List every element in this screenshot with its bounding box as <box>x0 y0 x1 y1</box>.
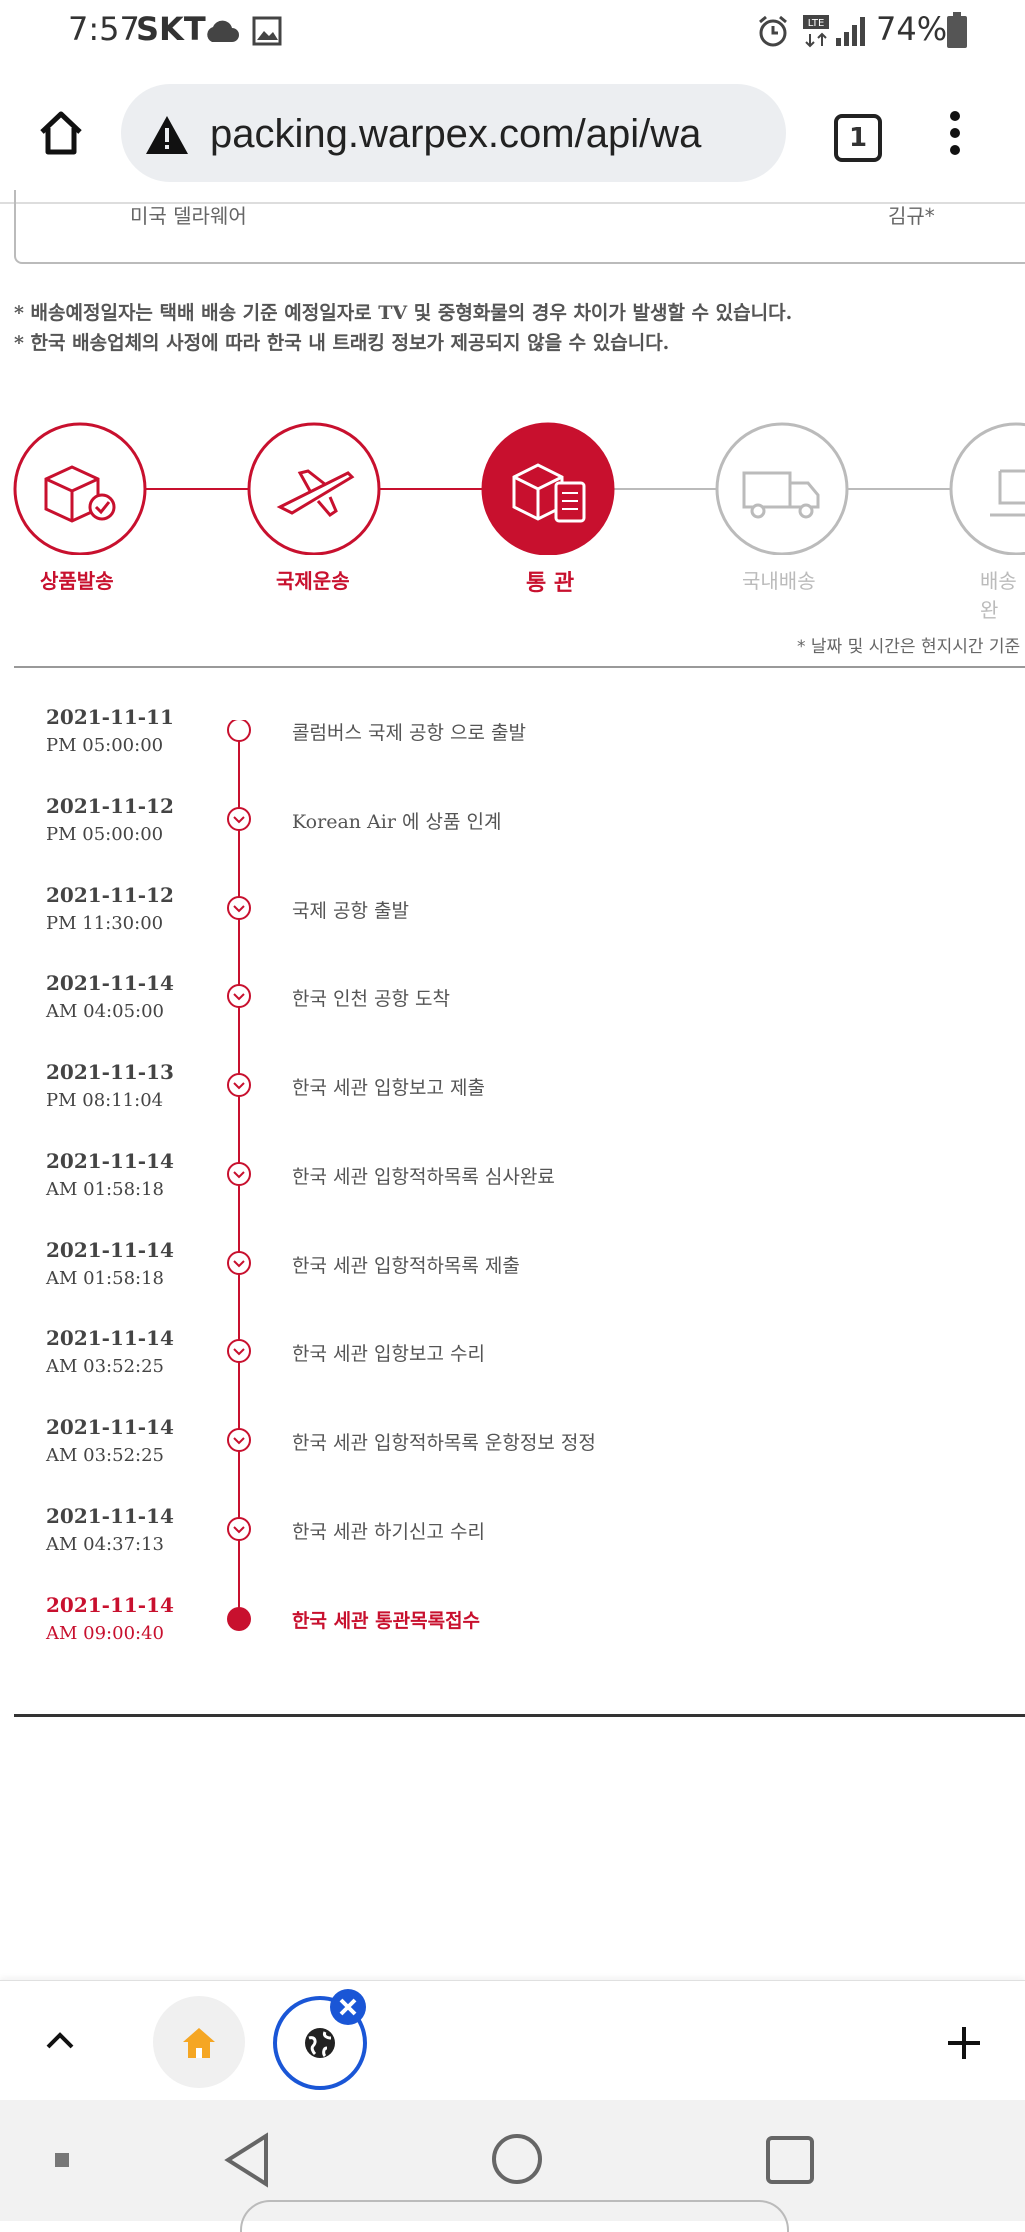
event-time: AM 01:58:18 <box>46 1268 164 1289</box>
event-description: 한국 세관 입항적하목록 운항정보 정정 <box>292 1432 596 1454</box>
progress-steps <box>13 422 1025 555</box>
event-date: 2021-11-14 <box>46 1238 174 1262</box>
step-label-delivered: 배송완 <box>980 569 1017 622</box>
event-time: AM 04:05:00 <box>46 1001 164 1022</box>
event-description: 국제 공항 출발 <box>292 900 409 922</box>
system-navigation-bar <box>0 2100 1025 2232</box>
step-truck-icon <box>715 422 849 555</box>
event-description: 한국 세관 통관목록접수 <box>292 1610 481 1632</box>
timeline-top-divider <box>14 666 1025 668</box>
timezone-note: * 날짜 및 시간은 현지시간 기준 <box>797 637 1021 657</box>
more-menu-icon[interactable] <box>946 110 964 156</box>
url-text[interactable]: packing.warpex.com/api/wa <box>210 112 701 157</box>
browser-bottom-bar <box>0 1980 1025 2101</box>
battery-percent: 74% <box>876 10 948 48</box>
event-date: 2021-11-14 <box>46 1149 174 1173</box>
event-date: 2021-11-13 <box>46 1060 174 1084</box>
origin-text: 미국 델라웨어 <box>130 204 247 228</box>
step-delivered-icon <box>949 422 1025 555</box>
lte-icon: LTE <box>803 15 829 48</box>
event-date: 2021-11-14 <box>46 1415 174 1439</box>
event-time: PM 08:11:04 <box>46 1090 164 1111</box>
event-date: 2021-11-12 <box>46 794 174 818</box>
cloud-icon <box>207 20 239 42</box>
timeline-track <box>227 720 251 1631</box>
event-description: 한국 세관 하기신고 수리 <box>292 1521 485 1543</box>
event-date: 2021-11-14 <box>46 1504 174 1528</box>
back-icon[interactable] <box>222 2132 272 2188</box>
event-description: 한국 세관 입항보고 제출 <box>292 1077 485 1099</box>
browser-toolbar: packing.warpex.com/api/wa 1 <box>0 62 1025 204</box>
event-time: AM 09:00:40 <box>46 1623 164 1644</box>
home-tab-icon <box>183 2028 215 2058</box>
new-tab-icon[interactable] <box>944 2023 984 2063</box>
signal-icon <box>836 17 865 46</box>
event-description: 한국 세관 입항적하목록 제출 <box>292 1255 520 1277</box>
event-description: 콜럼버스 국제 공항 으로 출발 <box>292 722 526 744</box>
tab-switcher-button[interactable]: 1 <box>834 114 882 162</box>
recents-icon[interactable] <box>764 2134 816 2186</box>
event-time: AM 04:37:13 <box>46 1534 164 1555</box>
event-date: 2021-11-12 <box>46 883 174 907</box>
event-description: 한국 세관 입항보고 수리 <box>292 1343 485 1365</box>
alarm-icon <box>759 15 787 47</box>
step-airplane-icon <box>247 422 381 555</box>
home-nav-icon[interactable] <box>490 2132 544 2186</box>
step-customs-icon <box>481 422 615 555</box>
status-carrier: SKT <box>136 10 206 48</box>
event-time: AM 01:58:18 <box>46 1179 164 1200</box>
svg-text:LTE: LTE <box>808 18 825 29</box>
event-time: PM 05:00:00 <box>46 735 164 756</box>
event-date: 2021-11-11 <box>46 705 174 729</box>
event-time: PM 05:00:00 <box>46 824 164 845</box>
event-time: AM 03:52:25 <box>46 1356 164 1377</box>
gesture-handle <box>240 2200 789 2232</box>
notice-delivery-date: * 배송예정일자는 택배 배송 기준 예정일자로 TV 및 중형화물의 경우 차… <box>14 302 793 324</box>
event-date: 2021-11-14 <box>46 1593 174 1617</box>
timeline-bottom-divider <box>14 1714 1025 1717</box>
step-label-customs: 통 관 <box>526 571 575 596</box>
event-time: PM 11:30:00 <box>46 913 164 934</box>
event-description: Korean Air 에 상품 인계 <box>292 811 502 833</box>
close-tab-icon[interactable] <box>328 1987 368 2027</box>
step-label-shipped: 상품발송 <box>40 569 114 593</box>
step-label-international: 국제운송 <box>276 569 350 593</box>
step-label-domestic: 국내배송 <box>742 569 816 593</box>
step-shipped-icon <box>13 422 147 555</box>
event-date: 2021-11-14 <box>46 1326 174 1350</box>
event-description: 한국 인천 공항 도착 <box>292 988 450 1010</box>
battery-icon <box>947 12 967 48</box>
home-tab-button[interactable] <box>153 1996 245 2088</box>
globe-icon <box>305 2028 335 2058</box>
status-bar: 7:57 SKT LTE 74% <box>0 0 1025 62</box>
status-time: 7:57 <box>68 10 140 48</box>
warning-icon[interactable] <box>144 114 190 156</box>
chevron-up-icon[interactable] <box>44 2029 76 2051</box>
image-icon <box>252 16 282 46</box>
event-date: 2021-11-14 <box>46 971 174 995</box>
home-icon[interactable] <box>36 108 86 158</box>
event-description: 한국 세관 입항적하목록 심사완료 <box>292 1166 555 1188</box>
notice-tracking: * 한국 배송업체의 사정에 따라 한국 내 트래킹 정보가 제공되지 않을 수… <box>14 332 670 354</box>
event-time: AM 03:52:25 <box>46 1445 164 1466</box>
dot-icon <box>55 2153 69 2167</box>
recipient-text: 김규* <box>888 204 935 228</box>
